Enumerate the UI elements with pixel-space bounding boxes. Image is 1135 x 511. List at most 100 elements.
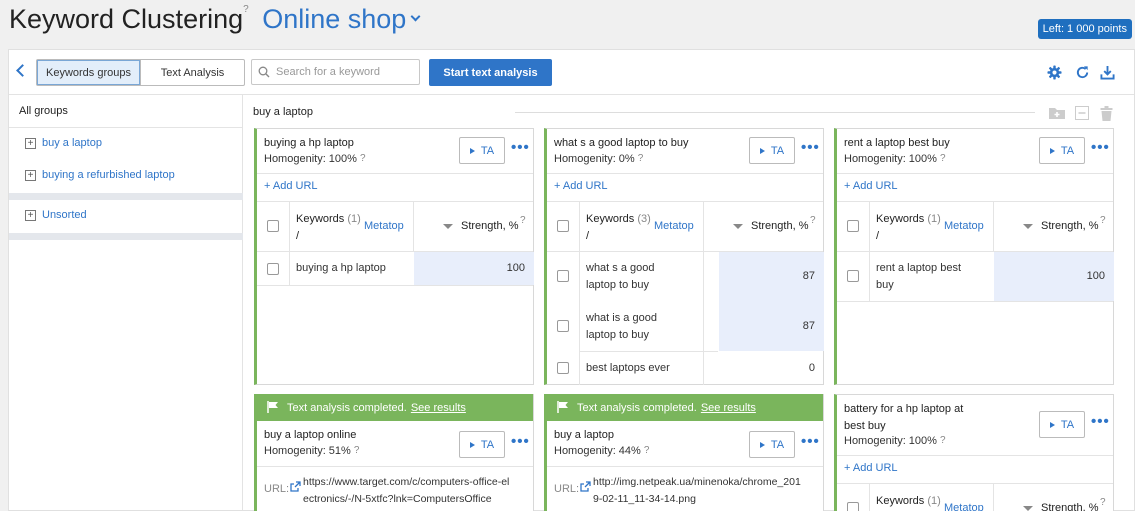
flag-icon [557,401,568,413]
external-link-icon[interactable] [290,481,301,492]
ta-button[interactable]: TA [749,137,795,164]
metatop-link[interactable]: Metatop [944,220,984,232]
ta-button[interactable]: TA [459,137,505,164]
more-options-icon[interactable]: ••• [511,139,530,156]
sort-desc-icon[interactable] [1023,506,1033,511]
select-all-checkbox[interactable] [847,220,859,232]
sidebar-group-buy-a-laptop[interactable]: + buy a laptop [25,137,102,149]
strength-cell: 100 [506,262,525,274]
cluster-card: what s a good laptop to buy Homogenity: … [544,128,824,385]
add-url-link[interactable]: + Add URL [844,462,898,474]
url-value[interactable]: http://img.netpeak.ua/minenoka/chrome_20… [593,474,803,508]
strength-header[interactable]: Strength, % [751,220,808,232]
external-link-icon[interactable] [580,481,591,492]
keywords-header[interactable]: Keywords (1) / [296,211,361,245]
cluster-title: buy a laptop [554,429,614,441]
sidebar-group-unsorted[interactable]: + Unsorted [25,209,87,221]
homogenity: Homogenity: 100% ? [844,435,946,447]
expand-plus-icon[interactable]: + [25,169,36,181]
cluster-title: battery for a hp laptop at best buy [844,403,964,432]
metatop-link[interactable]: Metatop [364,220,404,232]
more-options-icon[interactable]: ••• [1091,413,1110,430]
see-results-link[interactable]: See results [701,402,756,414]
keyword-cell: best laptops ever [586,362,670,374]
page-title: Keyword Clustering? Online shop [9,4,421,35]
row-checkbox[interactable] [557,320,569,332]
back-arrow-icon[interactable] [16,64,29,77]
select-all-checkbox[interactable] [847,502,859,511]
view-switch: Keywords groups Text Analysis [36,59,245,86]
keywords-header[interactable]: Keywords (3) / [586,211,651,245]
start-text-analysis-button[interactable]: Start text analysis [429,59,552,86]
keyword-cell: buying a hp laptop [296,262,386,274]
ta-button[interactable]: TA [1039,411,1085,438]
search-box [251,59,420,85]
more-options-icon[interactable]: ••• [511,433,530,450]
url-label: URL: [554,483,580,495]
cluster-title: buying a hp laptop [264,137,354,149]
strength-header[interactable]: Strength, % [1041,502,1098,511]
row-checkbox[interactable] [847,270,859,282]
search-icon [258,66,270,78]
add-url-link[interactable]: + Add URL [844,180,898,192]
keyword-cell: what s a good laptop to buy [586,262,655,291]
add-url-link[interactable]: + Add URL [554,180,608,192]
play-icon [759,441,765,448]
new-folder-icon[interactable] [1048,106,1066,120]
more-options-icon[interactable]: ••• [801,139,820,156]
refresh-icon[interactable] [1075,65,1090,80]
ta-button[interactable]: TA [749,431,795,458]
collapse-icon[interactable] [1075,106,1089,120]
url-value[interactable]: https://www.target.com/c/computers-offic… [303,474,513,508]
play-icon [469,147,475,154]
more-options-icon[interactable]: ••• [801,433,820,450]
select-all-checkbox[interactable] [267,220,279,232]
sort-desc-icon[interactable] [443,224,453,229]
homogenity: Homogenity: 0% ? [554,153,644,165]
analysis-completed-banner: Text analysis completed. See results [547,394,823,421]
search-input[interactable] [276,66,406,78]
sort-desc-icon[interactable] [733,224,743,229]
play-icon [1049,421,1055,428]
tab-keywords-groups[interactable]: Keywords groups [37,60,141,85]
help-icon: ? [1100,497,1106,508]
metatop-link[interactable]: Metatop [944,502,984,511]
row-checkbox[interactable] [267,263,279,275]
see-results-link[interactable]: See results [411,402,466,414]
select-all-checkbox[interactable] [557,220,569,232]
keywords-header[interactable]: Keywords (1) [876,493,941,510]
cluster-card: buying a hp laptop Homogenity: 100% ? TA… [254,128,534,385]
sidebar-group-buying-a-refurbished-laptop[interactable]: + buying a refurbished laptop [25,169,175,181]
row-checkbox[interactable] [557,270,569,282]
divider [515,112,1035,113]
row-checkbox[interactable] [557,362,569,374]
cluster-card: Text analysis completed. See results buy … [254,394,534,511]
play-icon [469,441,475,448]
add-url-link[interactable]: + Add URL [264,180,318,192]
ta-button[interactable]: TA [1039,137,1085,164]
strength-header[interactable]: Strength, % [1041,220,1098,232]
strength-cell: 100 [1086,270,1105,282]
expand-plus-icon[interactable]: + [25,137,36,149]
metatop-link[interactable]: Metatop [654,220,694,232]
trash-icon[interactable] [1100,106,1113,121]
download-icon[interactable] [1100,65,1115,80]
play-icon [759,147,765,154]
help-icon: ? [810,215,816,226]
more-options-icon[interactable]: ••• [1091,139,1110,156]
points-badge[interactable]: Left: 1 000 points [1037,19,1132,39]
help-icon[interactable]: ? [243,4,249,15]
cluster-card: rent a laptop best buy Homogenity: 100% … [834,128,1114,385]
flag-icon [267,401,278,413]
sort-desc-icon[interactable] [1023,224,1033,229]
sidebar-separator [9,193,243,200]
gear-icon[interactable] [1047,65,1062,80]
ta-button[interactable]: TA [459,431,505,458]
keywords-header[interactable]: Keywords (1) / [876,211,941,245]
tab-text-analysis[interactable]: Text Analysis [141,60,244,85]
expand-plus-icon[interactable]: + [25,209,36,221]
all-groups-label[interactable]: All groups [19,105,68,117]
project-selector[interactable]: Online shop [262,4,421,34]
strength-cell: 87 [802,320,815,332]
strength-header[interactable]: Strength, % [461,220,518,232]
